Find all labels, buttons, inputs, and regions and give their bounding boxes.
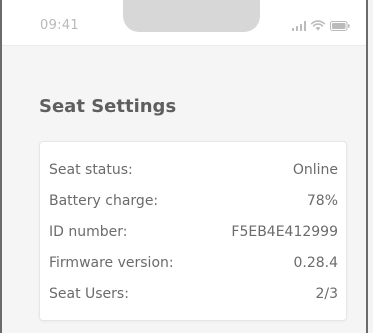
info-label: Seat Users: (49, 285, 129, 302)
signal-icon (291, 21, 306, 31)
phone-notch (123, 0, 260, 32)
info-label: Firmware version: (49, 254, 174, 271)
info-value: 2/3 (315, 285, 338, 302)
info-label: Battery charge: (49, 192, 159, 209)
info-label: ID number: (49, 223, 128, 240)
info-value: F5EB4E412999 (231, 223, 338, 240)
info-value: 78% (306, 192, 338, 209)
battery-icon (330, 21, 350, 31)
info-value: 0.28.4 (293, 254, 338, 271)
wifi-icon (311, 20, 325, 31)
info-row-firmware-version: Firmware version: 0.28.4 (40, 247, 346, 278)
info-row-id-number: ID number: F5EB4E412999 (40, 216, 346, 247)
page-title: Seat Settings (39, 96, 177, 117)
info-row-seat-users: Seat Users: 2/3 (40, 278, 346, 309)
status-time: 09:41 (40, 18, 79, 33)
info-row-battery-charge: Battery charge: 78% (40, 185, 346, 216)
info-label: Seat status: (49, 161, 133, 178)
info-value: Online (292, 161, 338, 178)
seat-info-card: Seat status: Online Battery charge: 78% … (39, 141, 347, 321)
phone-screen: 09:41 Seat Settings Seat status: Online … (0, 0, 368, 333)
status-bar: 09:41 (2, 0, 366, 46)
status-icons (291, 19, 351, 31)
info-row-seat-status: Seat status: Online (40, 154, 346, 185)
